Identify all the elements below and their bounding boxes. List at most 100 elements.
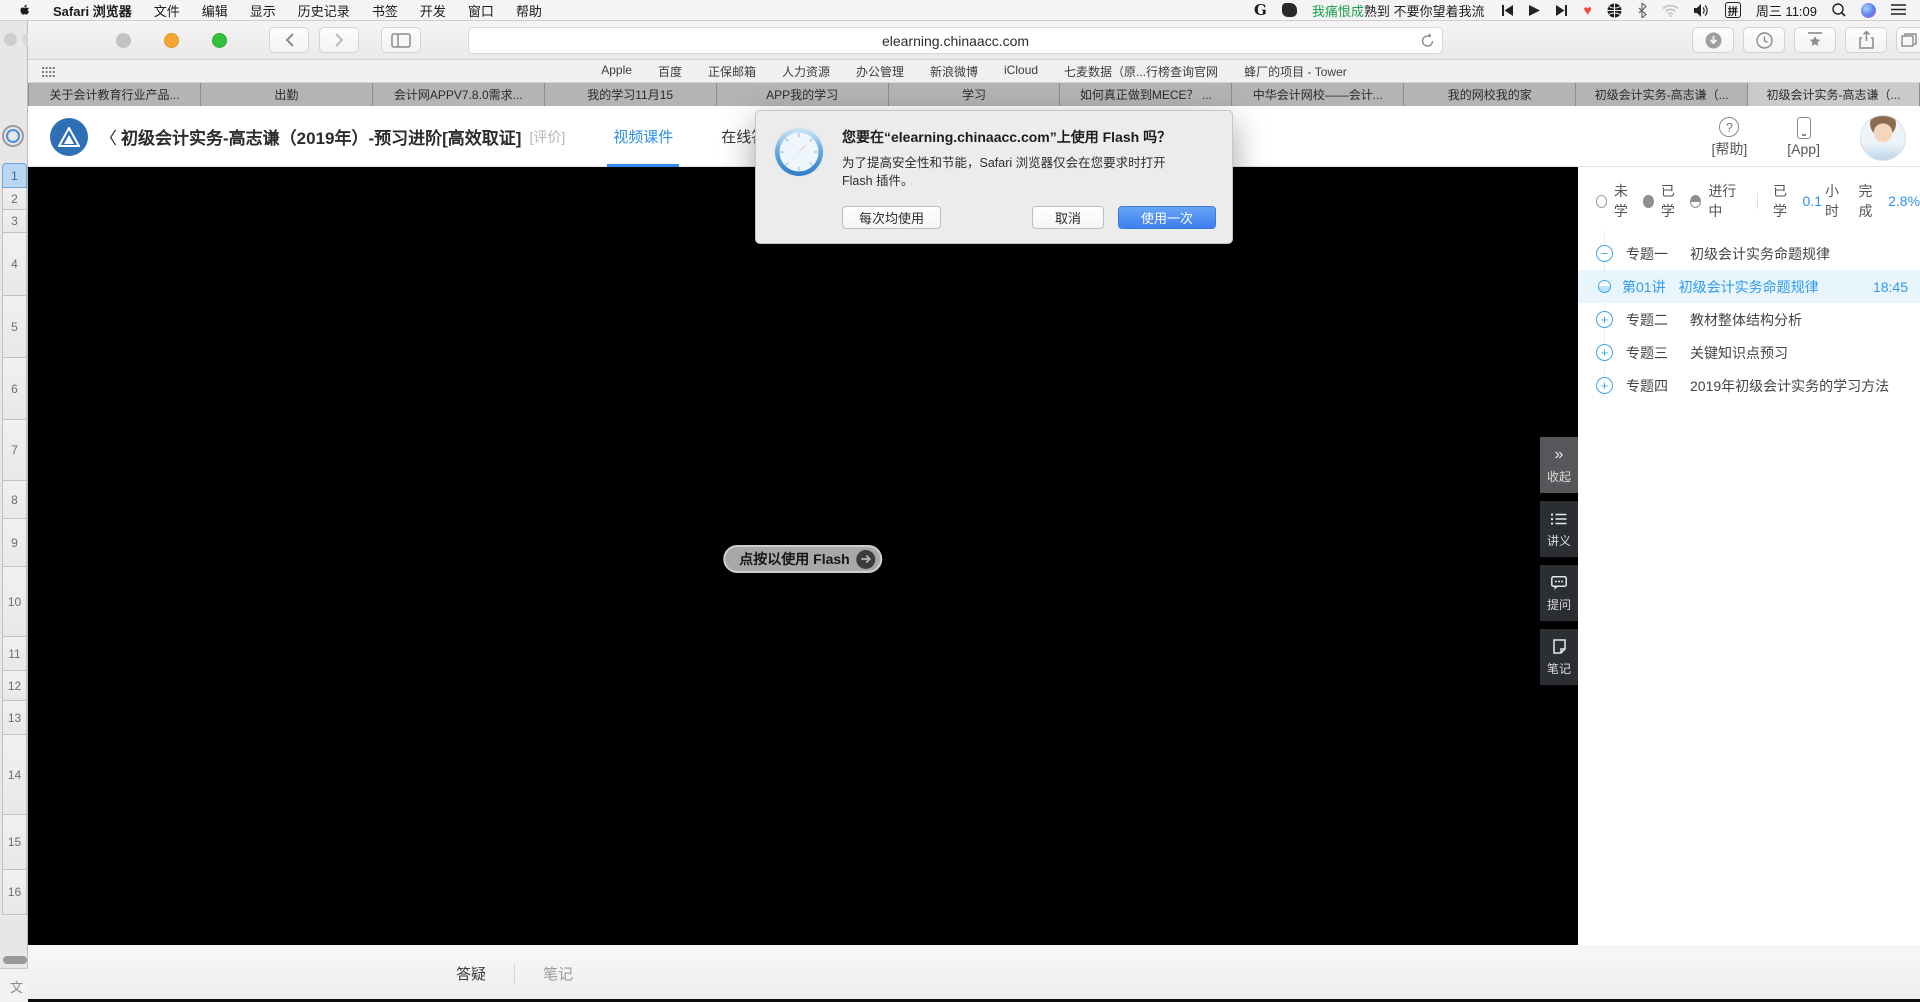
sidebar-toggle-button[interactable] bbox=[381, 27, 421, 53]
nav-video-courseware[interactable]: 视频课件 bbox=[613, 107, 673, 167]
favorites-view-button[interactable] bbox=[1794, 27, 1836, 53]
tab-overview-button[interactable] bbox=[1896, 27, 1920, 53]
menu-view[interactable]: 显示 bbox=[250, 1, 276, 20]
notification-center-icon[interactable] bbox=[1891, 4, 1906, 16]
browser-tab[interactable]: 我的网校我的家 bbox=[1404, 83, 1576, 106]
menu-window[interactable]: 窗口 bbox=[468, 1, 494, 20]
browser-tab[interactable]: APP我的学习 bbox=[717, 83, 889, 106]
zoom-window-button[interactable] bbox=[212, 33, 227, 48]
activate-flash-button[interactable]: 点按以使用 Flash bbox=[723, 545, 882, 573]
menu-history[interactable]: 历史记录 bbox=[298, 1, 350, 20]
cancel-button[interactable]: 取消 bbox=[1032, 206, 1104, 229]
footer-tab-notes[interactable]: 笔记 bbox=[515, 963, 601, 984]
globe-menu-icon[interactable] bbox=[1607, 3, 1622, 18]
menu-develop[interactable]: 开发 bbox=[420, 1, 446, 20]
favorite-mail[interactable]: 正保邮箱 bbox=[708, 63, 756, 80]
chapter-row[interactable]: + 专题四 2019年初级会计实务的学习方法 bbox=[1578, 369, 1920, 402]
close-window-button[interactable] bbox=[116, 33, 131, 48]
browser-tab[interactable]: 关于会计教育行业产品... bbox=[28, 83, 201, 106]
browser-tab[interactable]: 如何真正做到MECE？ ... bbox=[1060, 83, 1232, 106]
play-icon[interactable] bbox=[1529, 5, 1540, 16]
grammarly-menu-icon[interactable]: G bbox=[1254, 1, 1267, 19]
menu-help[interactable]: 帮助 bbox=[516, 1, 542, 20]
browser-tab-active[interactable]: 初级会计实务-高志谦（... bbox=[1748, 83, 1920, 106]
list-item: 13 bbox=[2, 701, 27, 735]
input-method-icon[interactable]: 拼 bbox=[1725, 2, 1741, 18]
menubar-clock[interactable]: 周三 11:09 bbox=[1756, 1, 1817, 20]
minimize-window-button[interactable] bbox=[164, 33, 179, 48]
favorite-hr[interactable]: 人力资源 bbox=[782, 63, 830, 80]
tab-bar: 关于会计教育行业产品... 出勤 会计网APPV7.8.0需求... 我的学习1… bbox=[28, 83, 1920, 106]
note-icon bbox=[1553, 638, 1566, 656]
favorite-oa[interactable]: 办公管理 bbox=[856, 63, 904, 80]
favorite-weibo[interactable]: 新浪微博 bbox=[930, 63, 978, 80]
chapter-row[interactable]: − 专题一 初级会计实务命题规律 bbox=[1578, 237, 1920, 270]
reload-icon[interactable] bbox=[1421, 33, 1434, 51]
course-title[interactable]: 〈初级会计实务-高志谦（2019年）-预习进阶[高效取证] bbox=[100, 124, 521, 149]
arrow-right-icon bbox=[857, 550, 876, 569]
back-button[interactable] bbox=[269, 27, 309, 53]
spotlight-search-icon[interactable] bbox=[1832, 3, 1846, 17]
wifi-icon[interactable] bbox=[1662, 4, 1679, 17]
favorites-bar: Apple 百度 正保邮箱 人力资源 办公管理 新浪微博 iCloud 七麦数据… bbox=[28, 60, 1920, 83]
user-avatar[interactable] bbox=[1860, 115, 1906, 161]
apple-menu-icon[interactable] bbox=[18, 3, 31, 18]
menu-file[interactable]: 文件 bbox=[154, 1, 180, 20]
chapter-row[interactable]: + 专题三 关键知识点预习 bbox=[1578, 336, 1920, 369]
favorite-icloud[interactable]: iCloud bbox=[1004, 63, 1038, 80]
history-button[interactable] bbox=[1743, 27, 1785, 53]
not-learned-icon bbox=[1596, 195, 1607, 208]
menu-edit[interactable]: 编辑 bbox=[202, 1, 228, 20]
browser-tab[interactable]: 会计网APPV7.8.0需求... bbox=[373, 83, 545, 106]
lecture-row-active[interactable]: 第01讲 初级会计实务命题规律 18:45 bbox=[1578, 270, 1920, 303]
collapse-chapter-icon[interactable]: − bbox=[1596, 245, 1613, 262]
menu-bookmarks[interactable]: 书签 bbox=[372, 1, 398, 20]
lecture-progress-icon bbox=[1598, 280, 1611, 293]
lyrics-ticker[interactable]: 我痛恨成熟到 不要你望着我流 bbox=[1312, 1, 1485, 20]
browser-tab[interactable]: 学习 bbox=[889, 83, 1061, 106]
expand-chapter-icon[interactable]: + bbox=[1596, 311, 1613, 328]
downloads-button[interactable] bbox=[1692, 27, 1734, 53]
menubar-app-name[interactable]: Safari 浏览器 bbox=[53, 1, 132, 20]
favorites-grid-icon[interactable] bbox=[42, 66, 55, 80]
favorite-apple[interactable]: Apple bbox=[601, 63, 632, 80]
address-bar[interactable]: elearning.chinaacc.com bbox=[468, 27, 1443, 54]
browser-tab[interactable]: 初级会计实务-高志谦（... bbox=[1576, 83, 1748, 106]
list-item: 11 bbox=[2, 637, 27, 671]
favorite-tower[interactable]: 蜂厂的项目 - Tower bbox=[1244, 63, 1347, 80]
back-chevron[interactable]: 〈 bbox=[100, 129, 117, 148]
volume-icon[interactable] bbox=[1694, 4, 1710, 17]
app-button[interactable]: [App] bbox=[1787, 111, 1820, 157]
expand-chapter-icon[interactable]: + bbox=[1596, 344, 1613, 361]
use-once-button[interactable]: 使用一次 bbox=[1118, 206, 1216, 229]
rate-link[interactable]: [评价] bbox=[529, 127, 565, 147]
footer-tab-qa[interactable]: 答疑 bbox=[428, 963, 514, 984]
notes-button[interactable]: 笔记 bbox=[1540, 629, 1578, 685]
music-app-menu-icon[interactable] bbox=[1282, 3, 1297, 17]
url-text: elearning.chinaacc.com bbox=[882, 33, 1029, 49]
help-button[interactable]: ?[帮助] bbox=[1712, 111, 1748, 159]
favorite-baidu[interactable]: 百度 bbox=[658, 63, 682, 80]
forward-button[interactable] bbox=[319, 27, 359, 53]
bluetooth-icon[interactable] bbox=[1637, 3, 1647, 18]
list-item: 4 bbox=[2, 233, 27, 296]
love-track-icon[interactable]: ♥ bbox=[1584, 2, 1592, 18]
video-player-area[interactable]: 点按以使用 Flash bbox=[28, 167, 1578, 945]
chinaacc-logo[interactable] bbox=[50, 118, 88, 156]
collapse-button[interactable]: »收起 bbox=[1540, 437, 1578, 493]
background-window-strip: 1 2 3 4 5 6 7 8 9 10 11 12 13 14 15 16 文 bbox=[0, 21, 28, 1002]
page-footer: 答疑 笔记 bbox=[28, 945, 1920, 1002]
browser-tab[interactable]: 中华会计网校——会计... bbox=[1232, 83, 1404, 106]
expand-chapter-icon[interactable]: + bbox=[1596, 377, 1613, 394]
siri-icon[interactable] bbox=[1861, 3, 1876, 18]
browser-tab[interactable]: 出勤 bbox=[201, 83, 373, 106]
handout-button[interactable]: 讲义 bbox=[1540, 501, 1578, 557]
favorite-qimai[interactable]: 七麦数据（原...行榜查询官网 bbox=[1064, 63, 1218, 80]
chapter-row[interactable]: + 专题二 教材整体结构分析 bbox=[1578, 303, 1920, 336]
browser-tab[interactable]: 我的学习11月15 bbox=[545, 83, 717, 106]
previous-track-icon[interactable] bbox=[1500, 5, 1514, 16]
next-track-icon[interactable] bbox=[1555, 5, 1569, 16]
ask-question-button[interactable]: 提问 bbox=[1540, 565, 1578, 621]
use-every-time-button[interactable]: 每次均使用 bbox=[842, 206, 941, 229]
share-button[interactable] bbox=[1845, 27, 1887, 53]
